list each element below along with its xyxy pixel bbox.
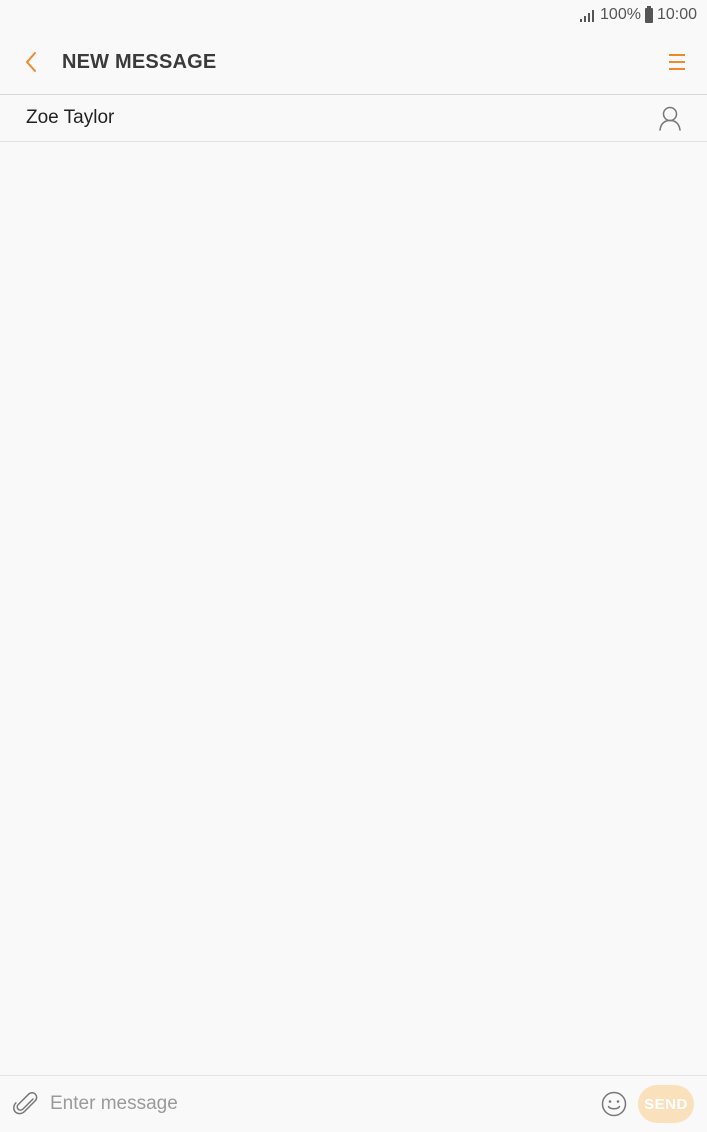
attach-button[interactable] [2,1076,50,1132]
signal-icon [580,8,595,22]
person-icon [659,106,681,131]
smiley-icon [601,1091,627,1117]
message-composer: SEND [0,1075,707,1132]
new-message-screen: 100% 10:00 NEW MESSAGE Zoe Taylor Enter … [0,0,707,1132]
app-bar: NEW MESSAGE [0,30,707,95]
recipient-row[interactable]: Zoe Taylor [0,95,707,142]
status-bar: 100% 10:00 [0,0,707,30]
paperclip-icon [13,1092,38,1115]
clock: 10:00 [656,6,697,23]
page-title: NEW MESSAGE [62,50,217,73]
menu-icon [669,54,685,70]
send-button[interactable]: SEND [638,1085,694,1123]
emoji-button[interactable] [596,1076,632,1132]
recipient-name[interactable]: Zoe Taylor [26,107,645,129]
back-button[interactable] [0,30,62,94]
conversation-area [0,142,707,1075]
message-input[interactable] [50,1084,596,1124]
menu-button[interactable] [653,30,701,94]
chevron-left-icon [26,52,36,72]
battery-icon [644,5,653,23]
battery-percent: 100% [600,6,641,23]
contact-picker-button[interactable] [645,95,695,141]
